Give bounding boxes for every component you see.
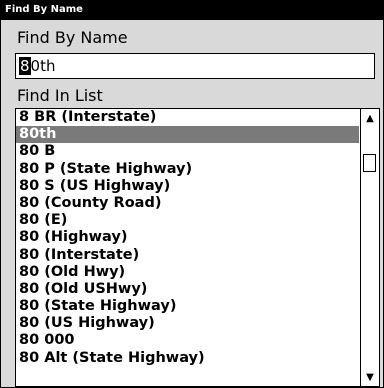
list-item[interactable]: 8 BR (Interstate) <box>16 109 359 126</box>
find-in-list-label: Find In List <box>17 86 103 105</box>
find-by-name-label: Find By Name <box>17 28 128 47</box>
list-item[interactable]: 80 B <box>16 143 359 160</box>
list-item[interactable]: 80 (Old Hwy) <box>16 264 359 281</box>
results-list-items: 8 BR (Interstate) 80th 80 B 80 P (State Hig… <box>16 109 359 386</box>
window-title: Find By Name <box>0 0 384 19</box>
list-item[interactable]: 80 (County Road) <box>16 195 359 212</box>
list-item[interactable]: 80 (Highway) <box>16 229 359 246</box>
scroll-thumb[interactable] <box>363 154 376 172</box>
list-item[interactable]: 80 (State Highway) <box>16 298 359 315</box>
list-item[interactable]: 80 (E) <box>16 212 359 229</box>
results-list[interactable]: 8 BR (Interstate) 80th 80 B 80 P (State Hig… <box>15 108 380 387</box>
list-item[interactable]: 80 (Old USHwy) <box>16 281 359 298</box>
list-item[interactable]: 80 (Interstate) <box>16 247 359 264</box>
input-text: 0th <box>30 57 56 75</box>
list-item[interactable]: 80 S (US Highway) <box>16 178 359 195</box>
find-by-name-window: Find By Name Find By Name 80th Find In L… <box>0 0 384 388</box>
list-item[interactable]: 80 000 <box>16 332 359 349</box>
list-item[interactable]: 80 (US Highway) <box>16 315 359 332</box>
list-item[interactable]: 80th <box>16 126 359 144</box>
list-item[interactable]: 80 P (State Highway) <box>16 161 359 178</box>
down-arrow-icon[interactable]: ▼ <box>361 368 379 386</box>
name-search-input[interactable]: 80th <box>15 53 375 79</box>
text-cursor: 8 <box>19 57 31 75</box>
up-arrow-icon[interactable]: ▲ <box>361 109 379 127</box>
list-scrollbar[interactable]: ▲ ▼ <box>360 109 379 386</box>
find-panel: Find By Name 80th Find In List 8 BR (Int… <box>1 20 383 387</box>
list-item[interactable]: 80 Alt (State Highway) <box>16 350 359 367</box>
